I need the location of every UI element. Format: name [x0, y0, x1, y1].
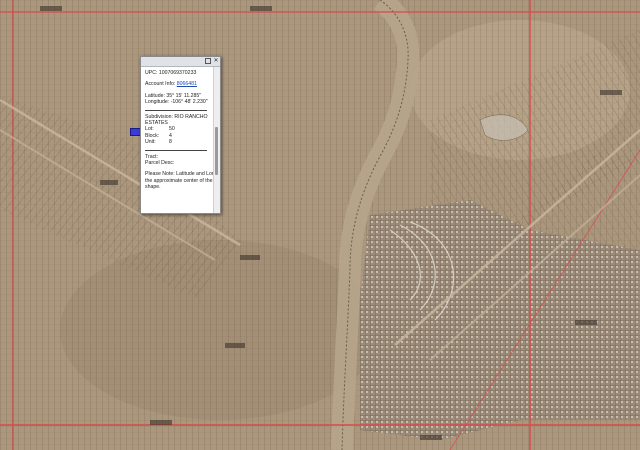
street-label [575, 320, 597, 325]
street-label [240, 255, 260, 260]
parcel-info-popup: ✕ UPC: 1007069370233 Account Info: 80664… [140, 56, 221, 214]
divider [145, 109, 207, 111]
popup-titlebar[interactable]: ✕ [141, 57, 220, 67]
popup-content: UPC: 1007069370233 Account Info: 8066481… [141, 67, 213, 213]
scrollbar-thumb[interactable] [215, 127, 218, 175]
street-label [600, 90, 622, 95]
account-info-label: Account Info: [145, 81, 176, 88]
account-info-link[interactable]: 8066481 [177, 81, 197, 87]
street-label [100, 180, 118, 185]
parcel-map[interactable] [0, 0, 640, 450]
unit-value: 8 [169, 139, 172, 146]
street-label [420, 435, 442, 440]
street-label [250, 6, 272, 11]
unit-label: Unit: [145, 139, 156, 146]
close-icon[interactable]: ✕ [213, 58, 219, 64]
street-label [225, 343, 245, 348]
divider [145, 149, 207, 151]
longitude-line: Longitude: -106° 48' 2.230" [145, 99, 208, 106]
note-line-3: shape. [145, 184, 161, 191]
street-label [150, 420, 172, 425]
maximize-icon[interactable] [205, 58, 211, 64]
street-label [40, 6, 62, 11]
popup-scrollbar[interactable] [213, 67, 220, 213]
unit-row: Unit: 8 [145, 139, 213, 145]
note-line-1: Please Note: Latitude and Longitude is [145, 171, 213, 178]
